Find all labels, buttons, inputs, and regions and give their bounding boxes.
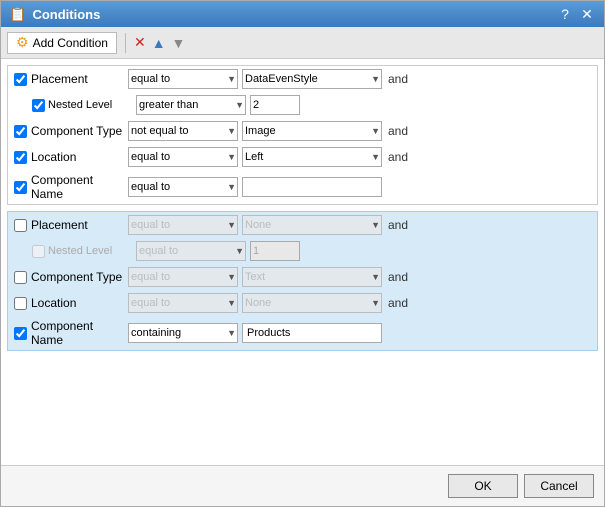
move-up-icon[interactable]: ▲ [152,35,166,51]
close-button[interactable]: ✕ [578,5,596,23]
placement-label-1: Placement [14,72,124,86]
placement-val-wrapper-1: DataEvenStyle ▼ [242,69,382,89]
placement-value-2[interactable]: None [242,215,382,235]
component-type-and-2: and [388,270,416,284]
add-condition-label: Add Condition [33,36,108,50]
component-name-op-wrapper-2: containing equal to ▼ [128,323,238,343]
dialog-title: Conditions [32,7,100,22]
location-label-2: Location [14,296,124,310]
cancel-button[interactable]: Cancel [524,474,594,498]
component-type-value-1[interactable]: Image Text [242,121,382,141]
placement-operator-1[interactable]: equal to not equal to greater than conta… [128,69,238,89]
placement-val-wrapper-2: None ▼ [242,215,382,235]
nested-level-row-2: Nested Level equal to ▼ [8,238,597,264]
move-down-icon[interactable]: ▼ [172,35,186,51]
location-op-wrapper-1: equal to not equal to ▼ [128,147,238,167]
placement-operator-2[interactable]: equal to [128,215,238,235]
location-value-1[interactable]: Left Right None [242,147,382,167]
condition-group-2: Placement equal to ▼ None ▼ and [7,211,598,351]
component-name-row-2: Component Name containing equal to ▼ [8,316,597,350]
component-type-checkbox-2[interactable] [14,271,27,284]
component-type-val-wrapper-2: Text ▼ [242,267,382,287]
component-name-checkbox-1[interactable] [14,181,27,194]
component-name-op-wrapper-1: equal to containing ▼ [128,177,238,197]
conditions-area: Placement equal to not equal to greater … [1,59,604,465]
component-name-label-2: Component Name [14,319,124,347]
component-type-op-wrapper-2: equal to ▼ [128,267,238,287]
location-label-1: Location [14,150,124,164]
placement-op-wrapper-2: equal to ▼ [128,215,238,235]
component-type-val-wrapper-1: Image Text ▼ [242,121,382,141]
component-type-operator-2[interactable]: equal to [128,267,238,287]
location-and-1: and [388,150,416,164]
placement-checkbox-2[interactable] [14,219,27,232]
placement-and-1: and [388,72,416,86]
nested-operator-2[interactable]: equal to [136,241,246,261]
placement-value-1[interactable]: DataEvenStyle [242,69,382,89]
title-bar-left: 📋 Conditions [9,6,100,23]
component-name-checkbox-2[interactable] [14,327,27,340]
nested-level-row-1: Nested Level greater than equal to less … [8,92,597,118]
component-type-checkbox-1[interactable] [14,125,27,138]
nested-checkbox-2[interactable] [32,245,45,258]
location-and-2: and [388,296,416,310]
component-name-value-2[interactable] [242,323,382,343]
component-type-label-2: Component Type [14,270,124,284]
title-bar-right: ? ✕ [556,5,596,23]
location-val-wrapper-2: None ▼ [242,293,382,313]
component-name-operator-1[interactable]: equal to containing [128,177,238,197]
component-type-label-1: Component Type [14,124,124,138]
nested-operator-1[interactable]: greater than equal to less than [136,95,246,115]
nested-value-2[interactable] [250,241,300,261]
location-val-wrapper-1: Left Right None ▼ [242,147,382,167]
toolbar: ⚙ Add Condition ✕ ▲ ▼ [1,27,604,59]
location-checkbox-2[interactable] [14,297,27,310]
nested-label-2: Nested Level [32,245,132,258]
dialog-icon: 📋 [9,6,26,23]
condition-group-1: Placement equal to not equal to greater … [7,65,598,205]
component-type-row-1: Component Type not equal to equal to ▼ I… [8,118,597,144]
placement-label-2: Placement [14,218,124,232]
placement-checkbox-1[interactable] [14,73,27,86]
location-op-wrapper-2: equal to ▼ [128,293,238,313]
placement-op-wrapper-1: equal to not equal to greater than conta… [128,69,238,89]
footer: OK Cancel [1,465,604,506]
component-name-value-1[interactable] [242,177,382,197]
component-type-and-1: and [388,124,416,138]
component-type-value-2[interactable]: Text [242,267,382,287]
nested-label-1: Nested Level [32,99,132,112]
toolbar-separator [125,33,126,53]
nested-checkbox-1[interactable] [32,99,45,112]
nested-op-wrapper-1: greater than equal to less than ▼ [136,95,246,115]
component-type-operator-1[interactable]: not equal to equal to [128,121,238,141]
add-condition-button[interactable]: ⚙ Add Condition [7,32,117,54]
conditions-dialog: 📋 Conditions ? ✕ ⚙ Add Condition ✕ ▲ ▼ [0,0,605,507]
placement-and-2: and [388,218,416,232]
location-value-2[interactable]: None [242,293,382,313]
delete-condition-icon[interactable]: ✕ [134,34,146,51]
location-operator-2[interactable]: equal to [128,293,238,313]
location-checkbox-1[interactable] [14,151,27,164]
component-name-row-1: Component Name equal to containing ▼ [8,170,597,204]
placement-row-1: Placement equal to not equal to greater … [8,66,597,92]
placement-row-2: Placement equal to ▼ None ▼ and [8,212,597,238]
location-operator-1[interactable]: equal to not equal to [128,147,238,167]
location-row-1: Location equal to not equal to ▼ Left Ri… [8,144,597,170]
nested-op-wrapper-2: equal to ▼ [136,241,246,261]
ok-button[interactable]: OK [448,474,518,498]
component-name-operator-2[interactable]: containing equal to [128,323,238,343]
nested-value-1[interactable] [250,95,300,115]
component-name-label-1: Component Name [14,173,124,201]
filter-icon: ⚙ [16,34,29,51]
title-bar: 📋 Conditions ? ✕ [1,1,604,27]
help-button[interactable]: ? [556,5,574,23]
component-type-row-2: Component Type equal to ▼ Text ▼ [8,264,597,290]
content-area: Placement equal to not equal to greater … [1,59,604,465]
component-type-op-wrapper-1: not equal to equal to ▼ [128,121,238,141]
location-row-2: Location equal to ▼ None ▼ and [8,290,597,316]
